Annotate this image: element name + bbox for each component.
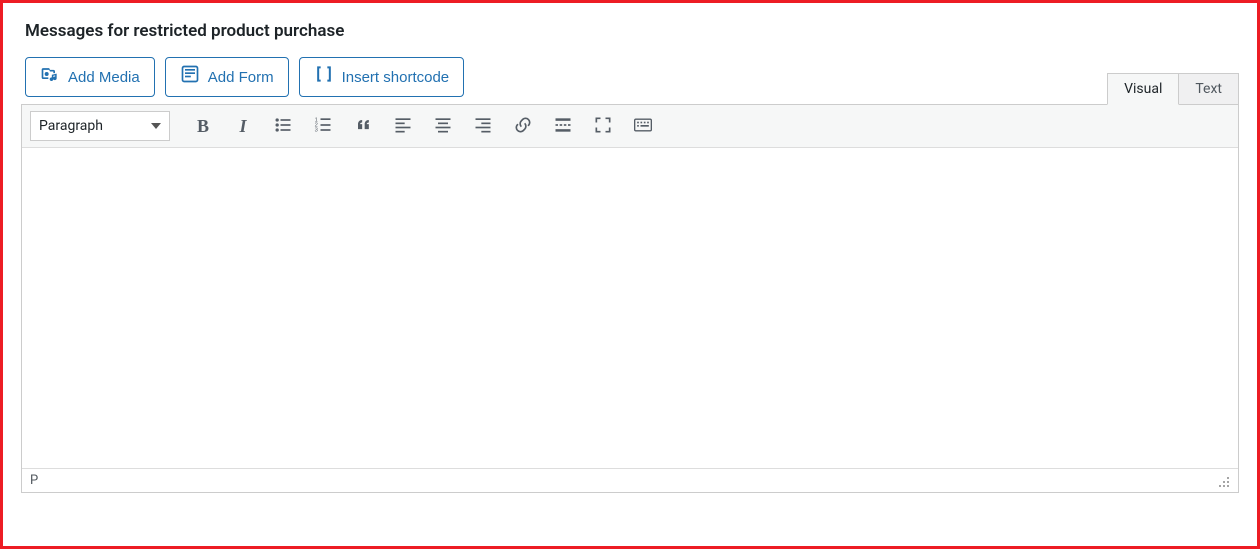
- quote-icon: [353, 115, 373, 138]
- align-left-button[interactable]: [386, 111, 420, 141]
- add-form-button[interactable]: Add Form: [165, 57, 289, 97]
- read-more-button[interactable]: [546, 111, 580, 141]
- editor-toolbar: Paragraph B I 123: [22, 105, 1238, 148]
- align-center-icon: [433, 115, 453, 138]
- svg-text:3: 3: [315, 127, 318, 133]
- align-left-icon: [393, 115, 413, 138]
- insert-shortcode-button[interactable]: Insert shortcode: [299, 57, 465, 97]
- form-icon: [180, 64, 200, 90]
- editor-container: Paragraph B I 123: [21, 104, 1239, 493]
- insert-shortcode-label: Insert shortcode: [342, 67, 450, 88]
- tab-visual[interactable]: Visual: [1107, 73, 1179, 105]
- bullet-list-icon: [273, 115, 293, 138]
- media-buttons: Add Media Add Form Insert shortcode: [25, 57, 464, 97]
- align-right-button[interactable]: [466, 111, 500, 141]
- add-media-button[interactable]: Add Media: [25, 57, 155, 97]
- italic-button[interactable]: I: [226, 111, 260, 141]
- section-title: Messages for restricted product purchase: [25, 21, 1239, 41]
- fullscreen-button[interactable]: [586, 111, 620, 141]
- read-more-icon: [553, 115, 573, 138]
- bold-icon: B: [197, 116, 209, 137]
- brackets-icon: [314, 64, 334, 90]
- fullscreen-icon: [593, 115, 613, 138]
- toolbar-toggle-button[interactable]: [626, 111, 660, 141]
- numbered-list-icon: 123: [313, 115, 333, 138]
- numbered-list-button[interactable]: 123: [306, 111, 340, 141]
- format-select[interactable]: Paragraph: [30, 111, 170, 141]
- chevron-down-icon: [151, 123, 161, 129]
- element-path[interactable]: P: [30, 473, 38, 488]
- align-center-button[interactable]: [426, 111, 460, 141]
- align-right-icon: [473, 115, 493, 138]
- link-icon: [513, 115, 533, 138]
- add-form-label: Add Form: [208, 67, 274, 88]
- link-button[interactable]: [506, 111, 540, 141]
- keyboard-icon: [633, 115, 653, 138]
- bullet-list-button[interactable]: [266, 111, 300, 141]
- editor-content[interactable]: [22, 148, 1238, 468]
- camera-music-icon: [40, 64, 60, 90]
- format-select-value: Paragraph: [39, 118, 103, 134]
- resize-handle[interactable]: [1216, 474, 1230, 488]
- editor-panel: Messages for restricted product purchase…: [0, 0, 1260, 549]
- editor-tabs: Visual Text: [1108, 73, 1239, 105]
- tab-text[interactable]: Text: [1178, 73, 1239, 105]
- italic-icon: I: [239, 116, 246, 137]
- bold-button[interactable]: B: [186, 111, 220, 141]
- blockquote-button[interactable]: [346, 111, 380, 141]
- add-media-label: Add Media: [68, 67, 140, 88]
- editor-top-row: Add Media Add Form Insert shortcode Visu…: [21, 57, 1239, 105]
- editor-status-bar: P: [22, 468, 1238, 492]
